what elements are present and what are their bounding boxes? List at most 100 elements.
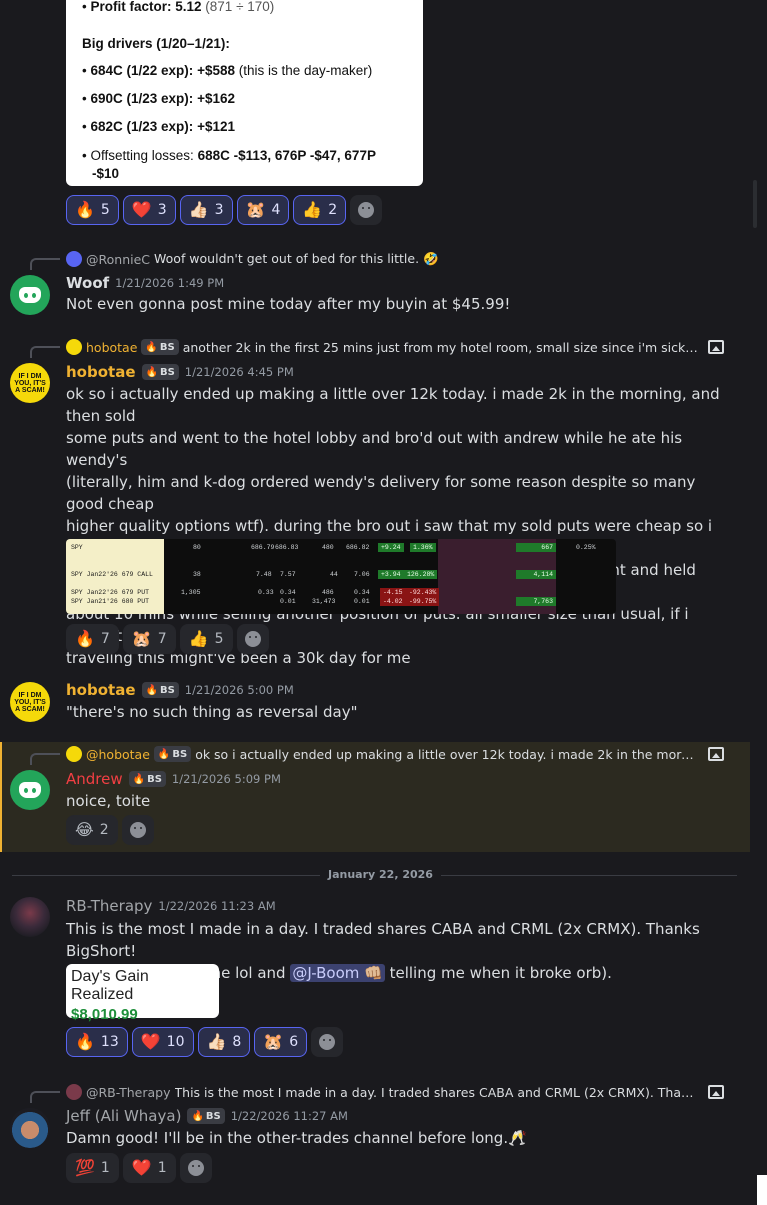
reply-text: ok so i actually ended up making a littl… xyxy=(195,746,698,762)
reaction-laugh[interactable]: 😂 2 xyxy=(66,815,118,845)
drivers-heading: Big drivers (1/20–1/21): xyxy=(82,36,230,51)
reaction-custom[interactable]: 🐹 7 xyxy=(122,624,176,654)
smiley-icon xyxy=(319,1034,336,1050)
message-header: Woof 1/21/2026 1:49 PM xyxy=(66,274,224,292)
add-reaction-button[interactable] xyxy=(350,195,383,225)
author-name[interactable]: hobotae xyxy=(66,681,136,699)
reply-avatar xyxy=(66,746,82,762)
window-corner xyxy=(757,1175,767,1205)
reaction-heart[interactable]: ❤️ 1 xyxy=(122,1153,176,1183)
mention-highlight-bar xyxy=(0,742,2,852)
author-name[interactable]: Jeff (Ali Whaya) xyxy=(66,1107,181,1125)
message-text: Not even gonna post mine today after my … xyxy=(66,295,511,313)
reaction-bar: 😂 2 xyxy=(66,815,154,845)
reaction-fire[interactable]: 🔥 7 xyxy=(66,624,119,654)
role-badge: 🔥 BS xyxy=(153,746,192,762)
reply-author[interactable]: @RonnieC xyxy=(86,252,150,267)
role-badge: 🔥 BS xyxy=(141,364,179,380)
add-reaction-button[interactable] xyxy=(121,815,154,845)
reaction-heart[interactable]: ❤️ 3 xyxy=(122,195,176,225)
reply-connector xyxy=(30,1091,60,1103)
reply-preview[interactable]: @RB-Therapy This is the most I made in a… xyxy=(66,1084,698,1100)
fire-icon: 🔥 xyxy=(145,341,158,353)
reaction-thumbs-light[interactable]: 👍🏻 3 xyxy=(179,195,233,225)
reply-author[interactable]: @hobotae xyxy=(86,747,150,762)
reaction-fire[interactable]: 🔥 13 xyxy=(66,1027,128,1057)
role-badge: 🔥 BS xyxy=(128,771,166,787)
reply-preview[interactable]: hobotae 🔥 BS another 2k in the first 25 m… xyxy=(66,339,698,355)
reply-author[interactable]: @RB-Therapy xyxy=(86,1085,171,1100)
message-header: hobotae 🔥 BS 1/21/2026 5:00 PM xyxy=(66,681,294,699)
gain-value: $8,010.99 xyxy=(71,1006,138,1023)
reaction-thumbs[interactable]: 👍 5 xyxy=(179,624,233,654)
avatar[interactable] xyxy=(10,897,50,937)
table-row: SPY Jan22'26 679 PUT 1,305 0.33 0.34 486… xyxy=(66,588,616,597)
reply-avatar xyxy=(66,251,82,267)
user-mention[interactable]: @J-Boom 👊🏼 xyxy=(290,964,385,982)
avatar[interactable]: IF I DM YOU, IT'S A SCAM! xyxy=(10,363,50,403)
smiley-icon xyxy=(129,822,146,838)
timestamp[interactable]: 1/22/2026 11:23 AM xyxy=(158,899,275,913)
add-reaction-button[interactable] xyxy=(179,1153,212,1183)
add-reaction-button[interactable] xyxy=(236,624,269,654)
gain-label: Day's Gain Realized xyxy=(71,968,149,1003)
image-icon[interactable] xyxy=(708,747,724,761)
message-text: "there's no such thing as reversal day" xyxy=(66,703,358,721)
image-icon[interactable] xyxy=(708,1085,724,1099)
role-badge: 🔥 BS xyxy=(141,682,179,698)
reaction-fire[interactable]: 🔥 5 xyxy=(66,195,119,225)
timestamp[interactable]: 1/21/2026 5:09 PM xyxy=(172,772,281,786)
author-name[interactable]: RB-Therapy xyxy=(66,897,152,915)
avatar[interactable] xyxy=(10,275,50,315)
author-name[interactable]: Woof xyxy=(66,274,109,292)
fire-icon: 🔥 xyxy=(157,748,171,760)
timestamp[interactable]: 1/21/2026 5:00 PM xyxy=(185,683,294,697)
trade-summary-card: • Profit factor: 5.12 (871 ÷ 170) Big dr… xyxy=(66,0,423,186)
smiley-icon xyxy=(244,631,261,647)
avatar[interactable] xyxy=(10,1108,50,1148)
date-divider-label: January 22, 2026 xyxy=(320,868,441,881)
fire-icon: 🔥 xyxy=(145,684,158,696)
author-name[interactable]: Andrew xyxy=(66,770,123,788)
image-icon[interactable] xyxy=(708,340,724,354)
reaction-thumbs[interactable]: 👍 2 xyxy=(293,195,347,225)
gain-screenshot[interactable]: Day's Gain Realized $8,010.99 xyxy=(66,964,219,1023)
fire-icon: 🔥 xyxy=(145,366,158,378)
reaction-custom[interactable]: 🐹 6 xyxy=(254,1027,308,1057)
profit-factor-line: • Profit factor: 5.12 (871 ÷ 170) xyxy=(82,0,275,14)
message-header: hobotae 🔥 BS 1/21/2026 4:45 PM xyxy=(66,363,294,381)
reply-connector xyxy=(30,753,60,765)
avatar[interactable]: IF I DM YOU, IT'S A SCAM! xyxy=(10,682,50,722)
message-header: Andrew 🔥 BS 1/21/2026 5:09 PM xyxy=(66,770,281,788)
reaction-heart[interactable]: ❤️ 10 xyxy=(131,1027,194,1057)
timestamp[interactable]: 1/22/2026 11:27 AM xyxy=(231,1109,348,1123)
message-header: Jeff (Ali Whaya) 🔥 BS 1/22/2026 11:27 AM xyxy=(66,1107,348,1125)
reply-preview[interactable]: @RonnieC Woof wouldn't get out of bed fo… xyxy=(66,251,706,267)
reaction-custom[interactable]: 🐹 4 xyxy=(236,195,290,225)
table-row: SPY Jan21'26 680 PUT 0.01 31,473 0.01 -4… xyxy=(66,597,616,606)
table-row: SPY 80 686.79 686.83 480 686.82 +9.24 1.… xyxy=(71,543,596,552)
positions-screenshot[interactable]: SPY 80 686.79 686.83 480 686.82 +9.24 1.… xyxy=(66,539,616,614)
add-reaction-button[interactable] xyxy=(311,1027,344,1057)
role-badge: 🔥 BS xyxy=(187,1108,225,1124)
fire-icon: 🔥 xyxy=(191,1110,204,1122)
scrollbar-thumb[interactable] xyxy=(753,180,757,228)
offset-losses: • Offsetting losses: 688C -$113, 676P -$… xyxy=(82,148,376,163)
reply-avatar xyxy=(66,339,82,355)
discord-logo-icon xyxy=(19,287,41,303)
author-name[interactable]: hobotae xyxy=(66,363,136,381)
driver-item: • 682C (1/23 exp): +$121 xyxy=(82,119,235,134)
timestamp[interactable]: 1/21/2026 4:45 PM xyxy=(185,365,294,379)
avatar[interactable] xyxy=(10,770,50,810)
timestamp[interactable]: 1/21/2026 1:49 PM xyxy=(115,276,224,290)
role-badge: 🔥 BS xyxy=(141,339,179,355)
offset-losses-cont: -$10 xyxy=(92,166,120,181)
reply-preview[interactable]: @hobotae 🔥 BS ok so i actually ended up m… xyxy=(66,746,698,762)
reply-avatar xyxy=(66,1084,82,1100)
reaction-thumbs-light[interactable]: 👍🏻 8 xyxy=(197,1027,251,1057)
reply-author[interactable]: hobotae xyxy=(86,340,137,355)
reaction-hundred[interactable]: 💯 1 xyxy=(66,1153,119,1183)
reaction-bar: 🔥 7 🐹 7 👍 5 xyxy=(66,624,269,654)
reaction-bar: 🔥 13 ❤️ 10 👍🏻 8 🐹 6 xyxy=(66,1027,344,1057)
message-text: noice, toite xyxy=(66,792,151,810)
